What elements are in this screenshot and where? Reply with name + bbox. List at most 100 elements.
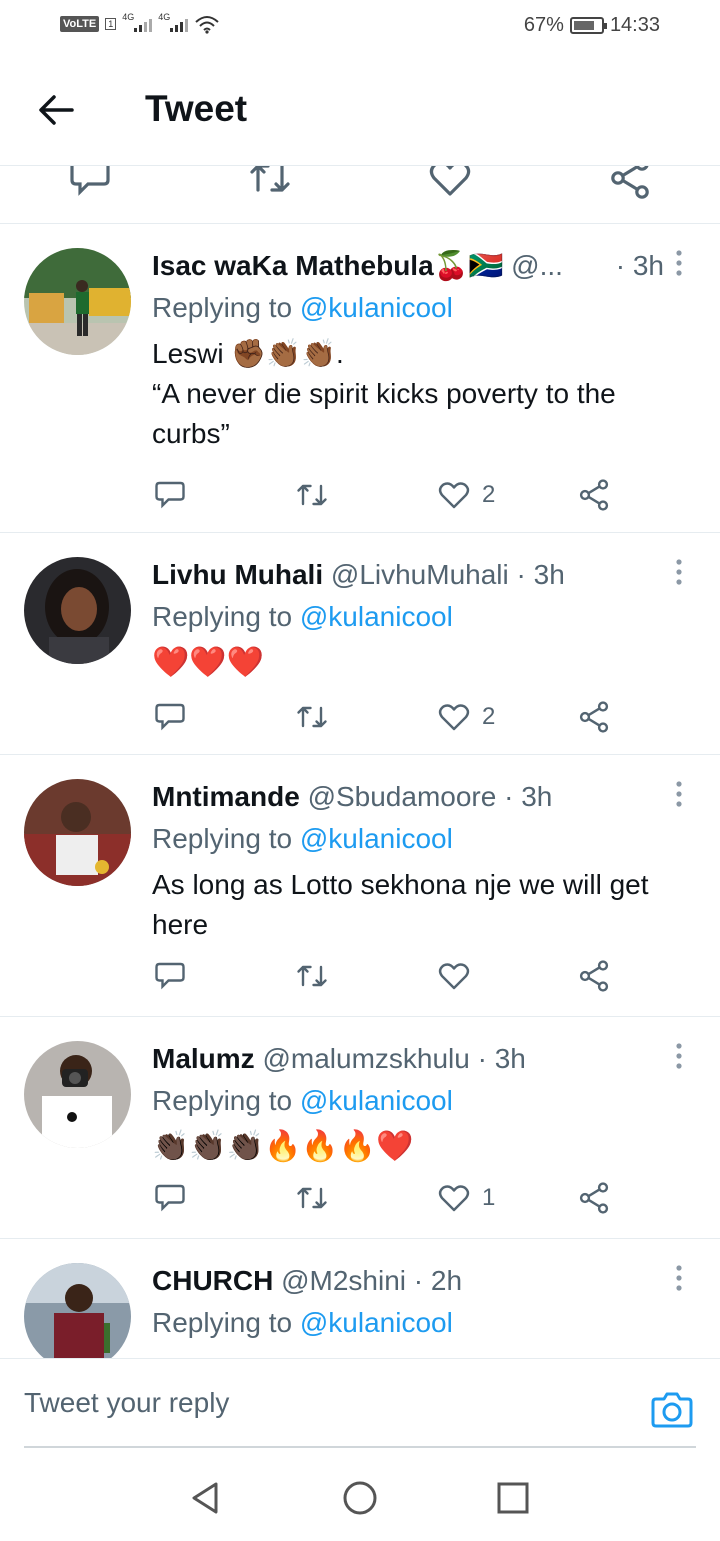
avatar[interactable] (24, 248, 131, 355)
like-button[interactable] (436, 954, 472, 998)
speech-bubble-icon (155, 703, 185, 731)
share-icon[interactable] (606, 166, 654, 202)
share-button[interactable] (576, 1176, 612, 1220)
retweet-icon[interactable] (246, 166, 294, 202)
retweet-button[interactable] (294, 954, 330, 998)
triangle-back-icon[interactable] (186, 1478, 226, 1518)
reply-header: Malumz @malumzskhulu · 3h (152, 1041, 664, 1077)
reply-tweet[interactable]: Mntimande @Sbudamoore · 3h Replying to @… (0, 755, 720, 1017)
retweet-button[interactable] (294, 1176, 330, 1220)
name-emoji: 🍒🇿🇦 (433, 250, 504, 281)
clock: 14:33 (609, 14, 660, 36)
like-button[interactable]: 1 (436, 1176, 495, 1220)
page-title: Tweet (145, 88, 248, 129)
retweet-icon (297, 965, 327, 987)
status-bar: VoLTE 1 4G 4G 67% 14:33 (0, 0, 720, 56)
user-handle[interactable]: @LivhuMuhali (331, 559, 509, 590)
vertical-dots-icon[interactable] (668, 555, 690, 589)
reply-composer: Tweet your reply (0, 1358, 720, 1448)
reply-input[interactable]: Tweet your reply (24, 1387, 229, 1419)
reply-tweet[interactable]: Malumz @malumzskhulu · 3h Replying to @k… (0, 1017, 720, 1239)
replying-to-line: Replying to @kulanicool (152, 1305, 453, 1341)
replying-to-label: Replying to (152, 292, 293, 323)
reply-tweet[interactable]: CHURCH @M2shini · 2h Replying to @kulani… (0, 1239, 720, 1358)
reply-text: Leswi ✊🏾👏🏾👏🏾. “A never die spirit kicks … (152, 334, 690, 454)
reply-button[interactable] (152, 695, 188, 739)
system-nav-bar (0, 1448, 720, 1541)
display-name[interactable]: Livhu Muhali (152, 559, 323, 590)
vertical-dots-icon[interactable] (668, 1039, 690, 1073)
share-button[interactable] (576, 473, 612, 517)
mention-link[interactable]: @kulanicool (300, 292, 453, 323)
signal-icon-sim1: 4G (122, 12, 153, 32)
speech-bubble-icon (155, 962, 185, 990)
share-button[interactable] (576, 954, 612, 998)
square-recents-icon[interactable] (493, 1478, 533, 1518)
like-count: 2 (482, 703, 496, 730)
timestamp: · 3h (516, 559, 565, 590)
vertical-dots-icon[interactable] (668, 1261, 690, 1295)
like-count: 1 (482, 1184, 496, 1211)
reply-text: Wish He could have left the trees (152, 1349, 690, 1358)
replying-to-label: Replying to (152, 1085, 293, 1116)
mention-link[interactable]: @kulanicool (300, 1085, 453, 1116)
reply-text-line: “A never die spirit kicks poverty to the… (152, 378, 616, 449)
reply-tweet[interactable]: Livhu Muhali @LivhuMuhali · 3h Replying … (0, 533, 720, 755)
display-name[interactable]: Mntimande (152, 781, 300, 812)
reply-text: ❤️❤️❤️ (152, 646, 265, 679)
vertical-dots-icon[interactable] (668, 777, 690, 811)
like-button[interactable]: 2 (436, 473, 495, 517)
timestamp: · 3h (504, 781, 553, 812)
arrow-left-icon[interactable] (30, 84, 82, 136)
user-handle[interactable]: @malumzskhulu (262, 1043, 469, 1074)
circle-home-icon[interactable] (340, 1478, 380, 1518)
share-icon (579, 1182, 609, 1214)
reply-button[interactable] (152, 1176, 188, 1220)
battery-icon (569, 17, 607, 34)
retweet-button[interactable] (294, 695, 330, 739)
replying-to-line: Replying to @kulanicool (152, 290, 453, 326)
reply-actions: 2 (152, 695, 622, 739)
reply-tweet[interactable]: Isac waKa Mathebula🍒🇿🇦 @... · 3h Replyin… (0, 224, 720, 533)
share-icon (579, 479, 609, 511)
mention-link[interactable]: @kulanicool (300, 823, 453, 854)
display-name[interactable]: CHURCH (152, 1265, 273, 1296)
heart-icon (438, 482, 470, 509)
avatar[interactable] (24, 1041, 131, 1148)
user-handle[interactable]: @Sbudamoore (308, 781, 497, 812)
avatar[interactable] (24, 1263, 131, 1358)
speech-bubble-icon (155, 481, 185, 509)
avatar[interactable] (24, 557, 131, 664)
network-type-label: 4G (158, 12, 171, 22)
signal-icon-sim2: 4G (158, 12, 189, 32)
speech-bubble-icon[interactable] (66, 166, 114, 202)
retweet-icon (297, 706, 327, 728)
reply-button[interactable] (152, 954, 188, 998)
reply-actions: 1 (152, 1176, 622, 1220)
share-button[interactable] (576, 695, 612, 739)
reply-header: Isac waKa Mathebula🍒🇿🇦 @... · 3h (152, 248, 664, 284)
volte-badge: VoLTE (60, 16, 100, 32)
heart-icon (438, 704, 470, 731)
camera-icon[interactable] (650, 1387, 694, 1431)
sim-slot-badge: 1 (105, 18, 117, 30)
network-type-label: 4G (122, 12, 135, 22)
heart-icon (438, 963, 470, 990)
display-name[interactable]: Malumz (152, 1043, 255, 1074)
reply-button[interactable] (152, 473, 188, 517)
heart-icon[interactable] (426, 166, 474, 202)
replying-to-label: Replying to (152, 823, 293, 854)
share-icon (579, 960, 609, 992)
mention-link[interactable]: @kulanicool (300, 601, 453, 632)
retweet-icon (297, 1187, 327, 1209)
retweet-button[interactable] (294, 473, 330, 517)
mention-link[interactable]: @kulanicool (300, 1307, 453, 1338)
wifi-icon (195, 16, 219, 34)
share-icon (579, 701, 609, 733)
user-handle[interactable]: @... (511, 250, 563, 281)
like-button[interactable]: 2 (436, 695, 495, 739)
vertical-dots-icon[interactable] (668, 246, 690, 280)
avatar[interactable] (24, 779, 131, 886)
display-name[interactable]: Isac waKa Mathebula (152, 250, 434, 281)
user-handle[interactable]: @M2shini (281, 1265, 406, 1296)
